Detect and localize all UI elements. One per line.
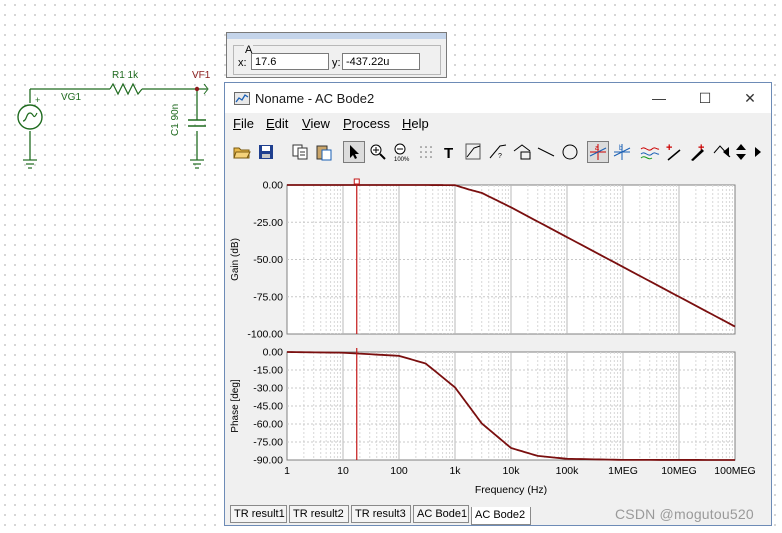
svg-text:+: + xyxy=(666,142,672,154)
x-tick-label: 10 xyxy=(337,465,349,477)
cursor-b-icon[interactable]: b xyxy=(611,141,633,163)
x-axis-label: Frequency (Hz) xyxy=(475,484,547,496)
select-arrow-icon[interactable] xyxy=(343,141,365,163)
cursor-a-group: A x: 17.6 y: -437.22u xyxy=(233,45,441,75)
tab-tr-result3[interactable]: TR result3 xyxy=(351,505,411,523)
cursor-a-handle xyxy=(353,178,360,185)
plot-area[interactable]: 0.00 -25.00 -50.00 -75.00 -100.00 Gain (dB) 0.… xyxy=(225,171,771,503)
source-label: VG1 xyxy=(61,92,82,103)
x-tick-label: 1MEG xyxy=(608,465,638,477)
menu-file[interactable]: File xyxy=(233,116,254,131)
y-tick-label: -15.00 xyxy=(253,365,283,377)
y-tick-label: 0.00 xyxy=(263,180,284,192)
curve-tool-c-icon[interactable] xyxy=(511,141,533,163)
y-axis-label: Phase [deg] xyxy=(230,379,241,433)
waveform-icon[interactable] xyxy=(639,141,661,163)
y-tick-label: -45.00 xyxy=(253,401,283,413)
paste-icon[interactable] xyxy=(313,141,335,163)
maximize-button[interactable]: ☐ xyxy=(695,89,715,107)
capacitor-label: C1 90n xyxy=(170,103,181,136)
y-tick-label: -30.00 xyxy=(253,383,283,395)
curve-tool-a-icon[interactable] xyxy=(463,141,485,163)
svg-text:?: ? xyxy=(498,153,502,160)
tab-tr-result1[interactable]: TR result1 xyxy=(230,505,287,523)
window-title: Noname - AC Bode2 xyxy=(255,91,375,106)
svg-text:100%: 100% xyxy=(394,157,410,162)
y-tick-label: -90.00 xyxy=(253,455,283,467)
svg-text:+: + xyxy=(35,95,40,105)
minimize-button[interactable]: — xyxy=(649,89,669,107)
tab-ac-bode2[interactable]: AC Bode2 xyxy=(471,507,531,525)
copy-icon[interactable] xyxy=(289,141,311,163)
x-tick-label: 1 xyxy=(284,465,290,477)
svg-text:a: a xyxy=(595,145,599,152)
probe-pen-icon[interactable]: + xyxy=(687,141,709,163)
y-axis-label: Gain (dB) xyxy=(230,238,241,281)
menu-process[interactable]: Process xyxy=(343,116,390,131)
bode-window: Noname - AC Bode2 — ☐ ✕ File Edit View P… xyxy=(224,82,772,526)
curve-tool-b-icon[interactable]: ? xyxy=(487,141,509,163)
cursor-x-label: x: xyxy=(238,57,247,69)
x-tick-label: 10MEG xyxy=(661,465,697,477)
tab-tr-result2[interactable]: TR result2 xyxy=(289,505,349,523)
x-tick-label: 1k xyxy=(449,465,461,477)
zoom-out-100-icon[interactable]: 100% xyxy=(391,141,413,163)
line-tool-icon[interactable] xyxy=(535,141,557,163)
tab-ac-bode1[interactable]: AC Bode1 xyxy=(413,505,469,523)
window-titlebar[interactable]: Noname - AC Bode2 — ☐ ✕ xyxy=(225,83,771,113)
y-tick-label: -60.00 xyxy=(253,419,283,431)
probe-label: VF1 xyxy=(192,70,211,81)
text-tool-icon[interactable]: T xyxy=(439,141,461,163)
capacitor-icon[interactable] xyxy=(188,119,206,127)
ground-right-icon xyxy=(190,159,204,169)
x-tick-label: 100MEG xyxy=(714,465,755,477)
toolbar: 100% T ? a b + + xyxy=(225,135,771,169)
resistor-icon[interactable] xyxy=(109,82,143,96)
circle-tool-icon[interactable] xyxy=(559,141,581,163)
ground-left-icon xyxy=(23,159,37,169)
cursor-panel-titlebar[interactable] xyxy=(227,33,446,39)
save-disk-icon[interactable] xyxy=(255,141,277,163)
svg-text:T: T xyxy=(444,145,453,160)
scroll-left-icon[interactable] xyxy=(719,141,733,163)
x-tick-label: 100k xyxy=(556,465,580,477)
y-tick-label: -25.00 xyxy=(253,217,283,229)
y-tick-label: 0.00 xyxy=(263,347,284,359)
x-tick-label: 100 xyxy=(390,465,408,477)
grid-dots-icon[interactable] xyxy=(415,141,437,163)
resistor-label: R1 1k xyxy=(112,70,139,81)
menu-bar: File Edit View Process Help xyxy=(225,113,771,135)
cursor-y-field[interactable]: -437.22u xyxy=(342,53,420,70)
scroll-updown-icon[interactable] xyxy=(733,141,749,163)
cursor-y-label: y: xyxy=(332,57,341,69)
scroll-right-icon[interactable] xyxy=(751,141,765,163)
cursor-readout-panel: A x: 17.6 y: -437.22u xyxy=(226,32,447,78)
x-tick-label: 10k xyxy=(503,465,521,477)
y-tick-label: -75.00 xyxy=(253,437,283,449)
zoom-in-icon[interactable] xyxy=(367,141,389,163)
cursor-x-field[interactable]: 17.6 xyxy=(251,53,329,70)
open-folder-icon[interactable] xyxy=(231,141,253,163)
menu-view[interactable]: View xyxy=(302,116,330,131)
cursor-a-icon[interactable]: a xyxy=(587,141,609,163)
watermark: CSDN @mogutou520 xyxy=(615,506,754,522)
close-button[interactable]: ✕ xyxy=(740,89,760,107)
menu-edit[interactable]: Edit xyxy=(266,116,288,131)
y-tick-label: -100.00 xyxy=(247,329,283,341)
menu-help[interactable]: Help xyxy=(402,116,429,131)
y-tick-label: -50.00 xyxy=(253,254,283,266)
y-tick-label: -75.00 xyxy=(253,291,283,303)
bode-plot-svg[interactable]: 0.00 -25.00 -50.00 -75.00 -100.00 Gain (dB) 0.… xyxy=(225,171,771,503)
svg-text:b: b xyxy=(619,145,623,152)
probe-add-icon[interactable]: + xyxy=(663,141,685,163)
schematic-canvas: + xyxy=(17,82,209,169)
app-chart-icon xyxy=(234,92,250,105)
